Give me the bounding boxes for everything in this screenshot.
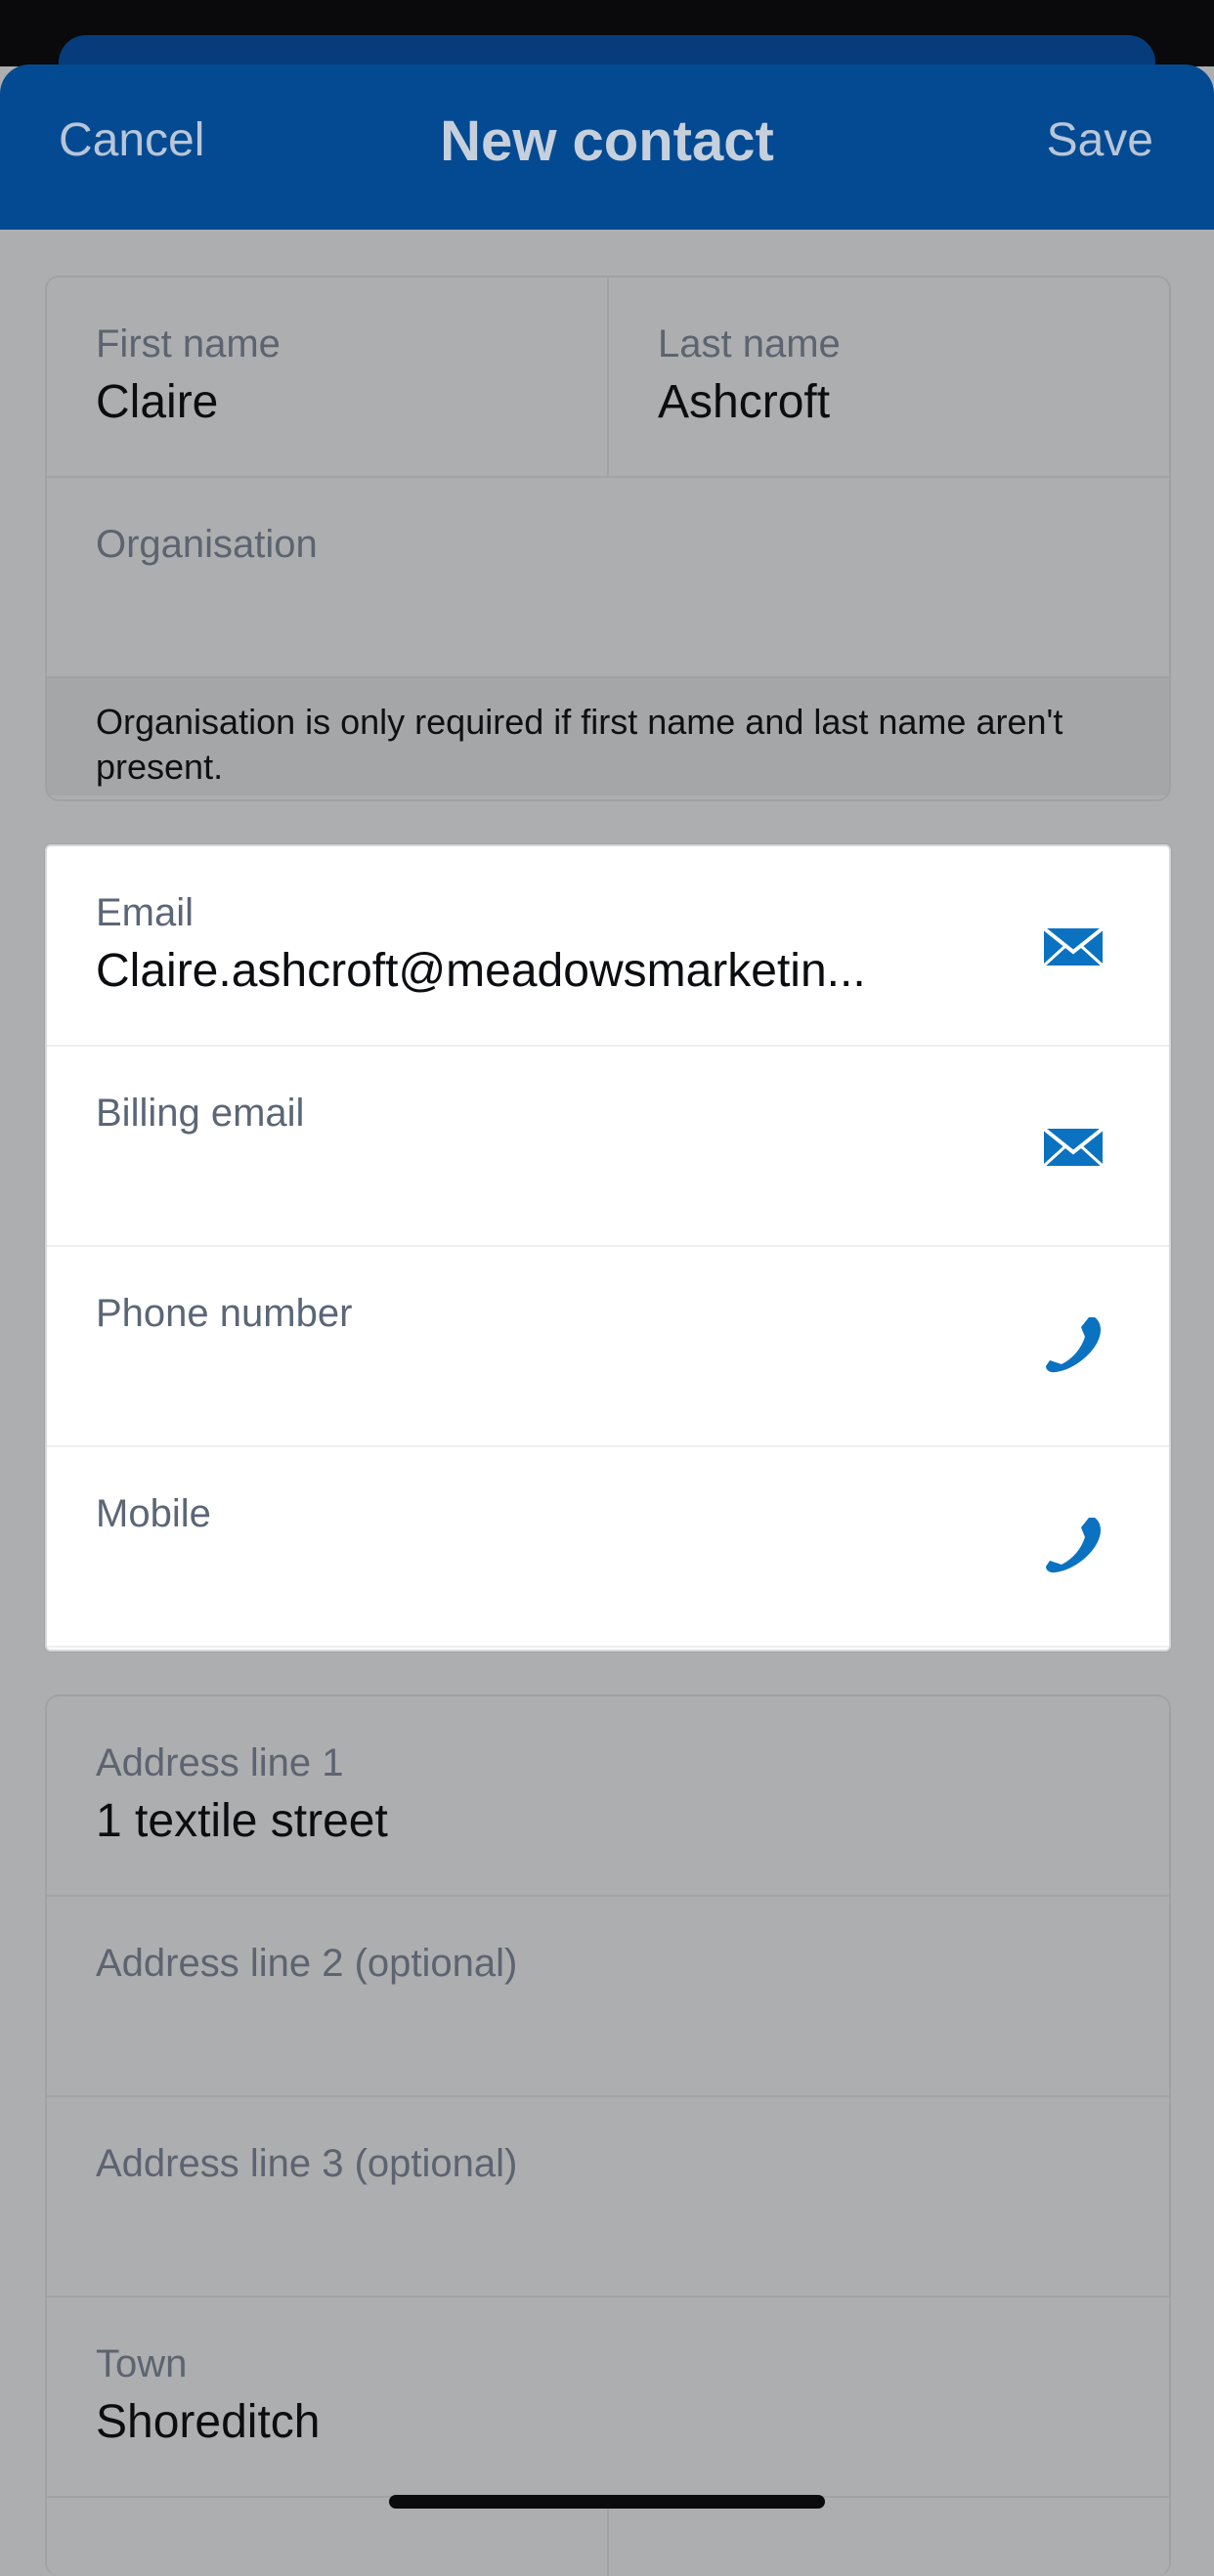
address-card: Address line 1 1 textile street Address … — [45, 1695, 1171, 2576]
billing-email-label: Billing email — [96, 1092, 305, 1135]
address-line-3-label: Address line 3 (optional) — [96, 2142, 518, 2185]
address-line-1-label: Address line 1 — [96, 1741, 344, 1784]
address-line-2-field[interactable]: Address line 2 (optional) — [47, 1897, 1169, 2097]
first-name-value[interactable]: Claire — [96, 379, 218, 426]
organisation-label: Organisation — [96, 523, 318, 566]
phone-icon[interactable] — [1042, 1514, 1105, 1576]
name-row: First name Claire Last name Ashcroft — [47, 278, 1169, 478]
town-value[interactable]: Shoreditch — [96, 2399, 320, 2446]
mobile-label: Mobile — [96, 1492, 211, 1535]
next-row — [47, 2498, 1169, 2576]
last-name-field[interactable]: Last name Ashcroft — [609, 278, 1169, 476]
navigation-bar: Cancel New contact Save — [0, 64, 1214, 230]
town-label: Town — [96, 2342, 188, 2385]
first-name-field[interactable]: First name Claire — [47, 278, 609, 476]
email-field[interactable]: Email Claire.ashcroft@meadowsmarketin... — [47, 846, 1169, 1047]
billing-email-field[interactable]: Billing email — [47, 1047, 1169, 1247]
phone-icon[interactable] — [1042, 1313, 1105, 1376]
organisation-note: Organisation is only required if first n… — [47, 678, 1169, 795]
home-indicator — [389, 2495, 825, 2509]
last-name-label: Last name — [658, 322, 841, 365]
town-field[interactable]: Town Shoreditch — [47, 2297, 1169, 2498]
address-line-1-field[interactable]: Address line 1 1 textile street — [47, 1696, 1169, 1897]
organisation-field[interactable]: Organisation — [47, 478, 1169, 678]
envelope-icon[interactable] — [1042, 921, 1105, 971]
address-line-2-label: Address line 2 (optional) — [96, 1942, 518, 1985]
phone-number-field[interactable]: Phone number — [47, 1247, 1169, 1447]
address-line-1-value[interactable]: 1 textile street — [96, 1798, 388, 1845]
email-label: Email — [96, 891, 195, 934]
last-name-value[interactable]: Ashcroft — [658, 379, 830, 426]
first-name-label: First name — [96, 322, 281, 365]
save-button[interactable]: Save — [1047, 117, 1153, 164]
page-title: New contact — [440, 109, 774, 173]
name-card: First name Claire Last name Ashcroft Org… — [45, 276, 1171, 801]
email-value[interactable]: Claire.ashcroft@meadowsmarketin... — [96, 948, 866, 995]
phone-number-label: Phone number — [96, 1292, 353, 1335]
next-field-left[interactable] — [47, 2498, 609, 2576]
contact-card: Email Claire.ashcroft@meadowsmarketin...… — [45, 844, 1171, 1652]
next-field-right[interactable] — [609, 2498, 1169, 2576]
address-line-3-field[interactable]: Address line 3 (optional) — [47, 2097, 1169, 2297]
envelope-icon[interactable] — [1042, 1121, 1105, 1172]
mobile-field[interactable]: Mobile — [47, 1447, 1169, 1648]
